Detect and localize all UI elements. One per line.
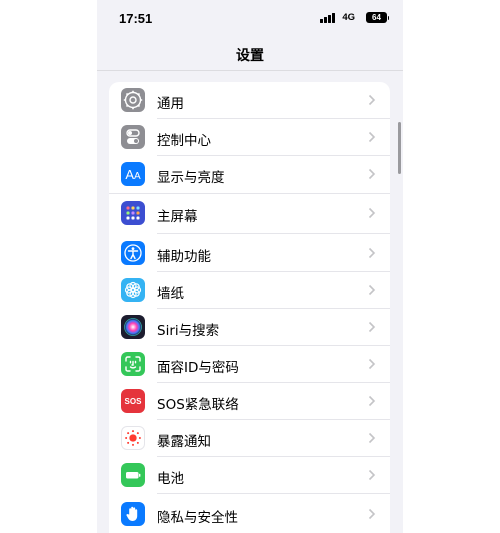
settings-item-label: 隐私与安全性 [157,510,238,526]
chevron-right-icon [368,94,376,106]
gear-icon [121,88,145,112]
settings-item-control-center[interactable]: 控制中心 [109,119,390,156]
scroll-indicator[interactable] [398,122,401,174]
status-indicators: 4G 64 [299,12,389,24]
settings-item-label: 通用 [157,96,184,112]
settings-item-display[interactable]: AA 显示与亮度 [109,156,390,193]
exposure-icon [121,426,145,450]
home-grid-icon [121,201,145,225]
siri-icon [121,315,145,339]
section-separator [109,193,390,194]
nav-divider [97,70,403,71]
status-time: 17:51 [119,11,153,26]
settings-item-accessibility[interactable]: 辅助功能 [109,234,390,272]
settings-item-home-screen[interactable]: 主屏幕 [109,195,390,234]
settings-item-label: 暴露通知 [157,434,211,450]
settings-item-wallpaper[interactable]: 墙纸 [109,272,390,309]
toggles-icon [121,125,145,149]
battery-tip-icon [387,15,389,20]
battery-icon [121,463,145,487]
settings-list: 通用 控制中心 AA 显示与亮度 主屏幕 辅助功能 墙纸 Siri与搜索 面容I… [109,82,390,533]
sos-icon-text: SOS [124,396,142,406]
text-size-icon: AA [121,162,145,186]
network-type: 4G [342,12,355,23]
settings-item-siri[interactable]: Siri与搜索 [109,309,390,346]
chevron-right-icon [368,469,376,481]
accessibility-icon [121,241,145,265]
chevron-right-icon [368,284,376,296]
status-bar: 17:51 4G 64 [97,0,403,36]
flower-icon [121,278,145,302]
page-title: 设置 [236,47,264,63]
battery-indicator: 64 [366,12,387,23]
settings-item-label: 辅助功能 [157,249,211,265]
settings-item-battery[interactable]: 电池 [109,457,390,494]
chevron-right-icon [368,207,376,219]
settings-item-label: 显示与亮度 [157,170,225,186]
chevron-right-icon [368,131,376,143]
settings-item-face-id[interactable]: 面容ID与密码 [109,346,390,383]
chevron-right-icon [368,247,376,259]
chevron-right-icon [368,358,376,370]
signal-icon [320,13,335,23]
settings-item-exposure[interactable]: 暴露通知 [109,420,390,457]
settings-item-label: SOS紧急联络 [157,397,239,413]
row-separator [157,493,390,494]
settings-item-label: 面容ID与密码 [157,360,239,376]
hand-icon [121,502,145,526]
phone-screen: 17:51 4G 64 设置 通用 控制中心 AA 显示与亮度 主屏幕 辅助功能… [97,0,403,533]
face-id-icon [121,352,145,376]
chevron-right-icon [368,321,376,333]
sos-icon: SOS [121,389,145,413]
settings-item-privacy[interactable]: 隐私与安全性 [109,495,390,532]
settings-item-label: 主屏幕 [157,209,198,225]
settings-item-label: 电池 [157,471,184,487]
settings-item-label: 墙纸 [157,286,184,302]
settings-item-label: Siri与搜索 [157,323,220,339]
chevron-right-icon [368,395,376,407]
settings-item-emergency-sos[interactable]: SOS SOS紧急联络 [109,383,390,420]
settings-item-label: 控制中心 [157,133,211,149]
chevron-right-icon [368,432,376,444]
chevron-right-icon [368,168,376,180]
settings-item-general[interactable]: 通用 [109,82,390,119]
chevron-right-icon [368,508,376,520]
